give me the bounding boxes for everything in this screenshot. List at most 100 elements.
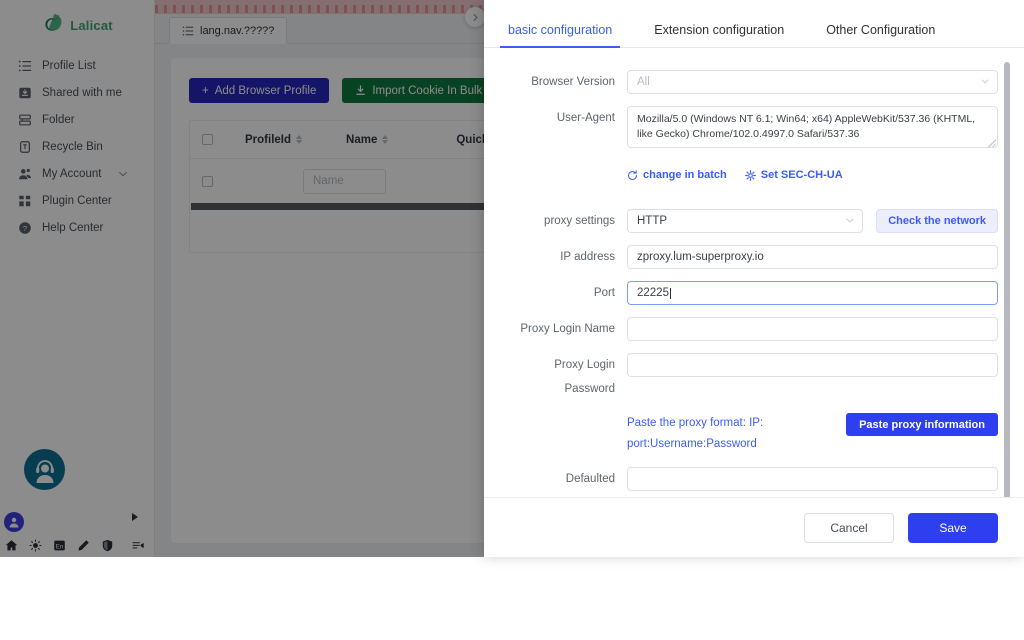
basic-configuration-form: Browser Version All User-Agent Mozilla/5… xyxy=(484,48,1024,497)
shield-icon[interactable] xyxy=(101,539,114,552)
field-label: Proxy Login Name xyxy=(510,317,627,341)
save-button[interactable]: Save xyxy=(908,513,998,543)
chevron-down-icon xyxy=(981,79,989,84)
headset-agent-icon xyxy=(31,456,59,484)
language-en-icon[interactable]: En xyxy=(53,539,66,552)
link-label: Set SEC-CH-UA xyxy=(761,169,843,181)
field-label: Proxy Login Password xyxy=(510,353,627,401)
sidebar-item-shared-with-me[interactable]: Shared with me xyxy=(0,79,154,106)
set-sec-ch-ua-link[interactable]: Set SEC-CH-UA xyxy=(745,169,843,181)
download-icon xyxy=(355,85,366,96)
name-filter-input[interactable]: Name xyxy=(303,169,386,194)
link-group: change in batch Set SEC-CH-UA xyxy=(627,169,998,181)
sort-icon[interactable] xyxy=(296,135,302,144)
column-header-profileid[interactable]: ProfileId xyxy=(245,134,302,146)
home-icon[interactable] xyxy=(5,539,18,552)
browser-version-select[interactable]: All xyxy=(627,70,998,94)
add-browser-profile-button[interactable]: + Add Browser Profile xyxy=(189,78,329,103)
tab-basic-configuration[interactable]: basic configuration xyxy=(500,23,620,47)
trash-icon xyxy=(18,140,32,154)
check-network-button[interactable]: Check the network xyxy=(876,209,998,233)
field-label: Port xyxy=(510,281,627,305)
support-avatar[interactable] xyxy=(24,449,65,490)
grid-icon xyxy=(18,194,32,208)
paste-proxy-row: Paste the proxy format: IP: port:Usernam… xyxy=(510,413,998,455)
svg-text:En: En xyxy=(56,543,63,550)
field-label: Browser Version xyxy=(510,70,627,94)
configuration-modal: basic configuration Extension configurat… xyxy=(484,0,1024,557)
share-inbox-icon xyxy=(18,86,32,100)
sidebar-item-my-account[interactable]: My Account xyxy=(0,160,154,187)
column-header-name[interactable]: Name xyxy=(346,134,388,146)
column-label: ProfileId xyxy=(245,134,291,146)
resize-grip-icon[interactable] xyxy=(988,139,996,147)
ip-address-input[interactable]: zproxy.lum-superproxy.io xyxy=(627,245,998,269)
lalicat-cat-logo-icon xyxy=(41,12,67,38)
chevron-down-icon xyxy=(118,169,128,179)
gear-icon xyxy=(745,170,756,181)
defaulted-homepage-input[interactable] xyxy=(627,467,998,491)
modal-scrollbar[interactable] xyxy=(1004,62,1010,497)
field-browser-version: Browser Version All xyxy=(510,70,998,94)
port-value: 22225 xyxy=(637,287,669,299)
svg-text:?: ? xyxy=(23,223,27,232)
sort-icon[interactable] xyxy=(382,135,388,144)
list-icon xyxy=(18,59,32,73)
sidebar-item-label: Help Center xyxy=(42,222,103,234)
sidebar-item-label: Plugin Center xyxy=(42,195,112,207)
sidebar-item-plugin-center[interactable]: Plugin Center xyxy=(0,187,154,214)
field-label: Defaulted Homepage xyxy=(510,467,627,497)
sidebar-item-folder[interactable]: Folder xyxy=(0,106,154,133)
sidebar-collapse-arrow[interactable] xyxy=(132,513,138,521)
sidebar: Lalicat Profile List xyxy=(0,0,155,557)
sidebar-item-profile-list[interactable]: Profile List xyxy=(0,52,154,79)
question-circle-icon: ? xyxy=(18,221,32,235)
list-icon xyxy=(182,25,194,37)
next-chevron-button[interactable] xyxy=(465,7,485,27)
proxy-settings-select[interactable]: HTTP xyxy=(627,209,863,233)
select-all-checkbox[interactable] xyxy=(202,134,213,145)
text-cursor xyxy=(670,288,671,299)
screen-root: Lalicat Profile List xyxy=(0,0,1024,640)
brand-name: Lalicat xyxy=(70,18,113,33)
link-label: change in batch xyxy=(643,169,727,181)
field-label: proxy settings xyxy=(510,209,627,233)
menu-video-icon[interactable] xyxy=(132,539,145,552)
modal-footer: Cancel Save xyxy=(484,497,1024,557)
tab-lang-nav[interactable]: lang.nav.????? xyxy=(169,17,287,44)
sun-icon[interactable] xyxy=(29,539,42,552)
brand-logo: Lalicat xyxy=(0,0,154,46)
paste-format-hint: Paste the proxy format: IP: port:Usernam… xyxy=(627,413,833,455)
field-proxy-login-name: Proxy Login Name xyxy=(510,317,998,341)
sidebar-bottom-toolbar: En xyxy=(0,534,155,557)
sidebar-item-recycle-bin[interactable]: Recycle Bin xyxy=(0,133,154,160)
column-label: Name xyxy=(346,134,377,146)
proxy-login-name-input[interactable] xyxy=(627,317,998,341)
person-icon xyxy=(8,516,20,528)
field-proxy-settings: proxy settings HTTP Check the network xyxy=(510,209,998,233)
sidebar-item-label: Profile List xyxy=(42,60,96,72)
refresh-icon xyxy=(627,170,638,181)
field-proxy-login-password: Proxy Login Password xyxy=(510,353,998,401)
port-input[interactable]: 22225 xyxy=(627,281,998,305)
paste-proxy-information-button[interactable]: Paste proxy information xyxy=(846,413,998,436)
user-badge[interactable] xyxy=(4,512,24,532)
modal-tab-bar: basic configuration Extension configurat… xyxy=(484,0,1024,48)
modal-body: Browser Version All User-Agent Mozilla/5… xyxy=(484,48,1024,497)
tab-label: lang.nav.????? xyxy=(200,25,274,37)
user-agent-textarea[interactable]: Mozilla/5.0 (Windows NT 6.1; Win64; x64)… xyxy=(627,106,998,148)
button-label: Add Browser Profile xyxy=(215,85,317,97)
user-agent-actions: change in batch Set SEC-CH-UA xyxy=(510,160,998,197)
field-defaulted-homepage: Defaulted Homepage xyxy=(510,467,998,497)
tab-other-configuration[interactable]: Other Configuration xyxy=(818,23,943,47)
tab-extension-configuration[interactable]: Extension configuration xyxy=(646,23,792,47)
tag-icon[interactable] xyxy=(77,539,90,552)
row-checkbox[interactable] xyxy=(202,176,213,187)
import-cookie-button[interactable]: Import Cookie In Bulk xyxy=(342,78,495,103)
proxy-login-password-input[interactable] xyxy=(627,353,998,377)
cancel-button[interactable]: Cancel xyxy=(804,513,894,543)
change-in-batch-link[interactable]: change in batch xyxy=(627,169,727,181)
field-label: IP address xyxy=(510,245,627,269)
sidebar-nav: Profile List Shared with me xyxy=(0,52,154,241)
sidebar-item-help-center[interactable]: ? Help Center xyxy=(0,214,154,241)
